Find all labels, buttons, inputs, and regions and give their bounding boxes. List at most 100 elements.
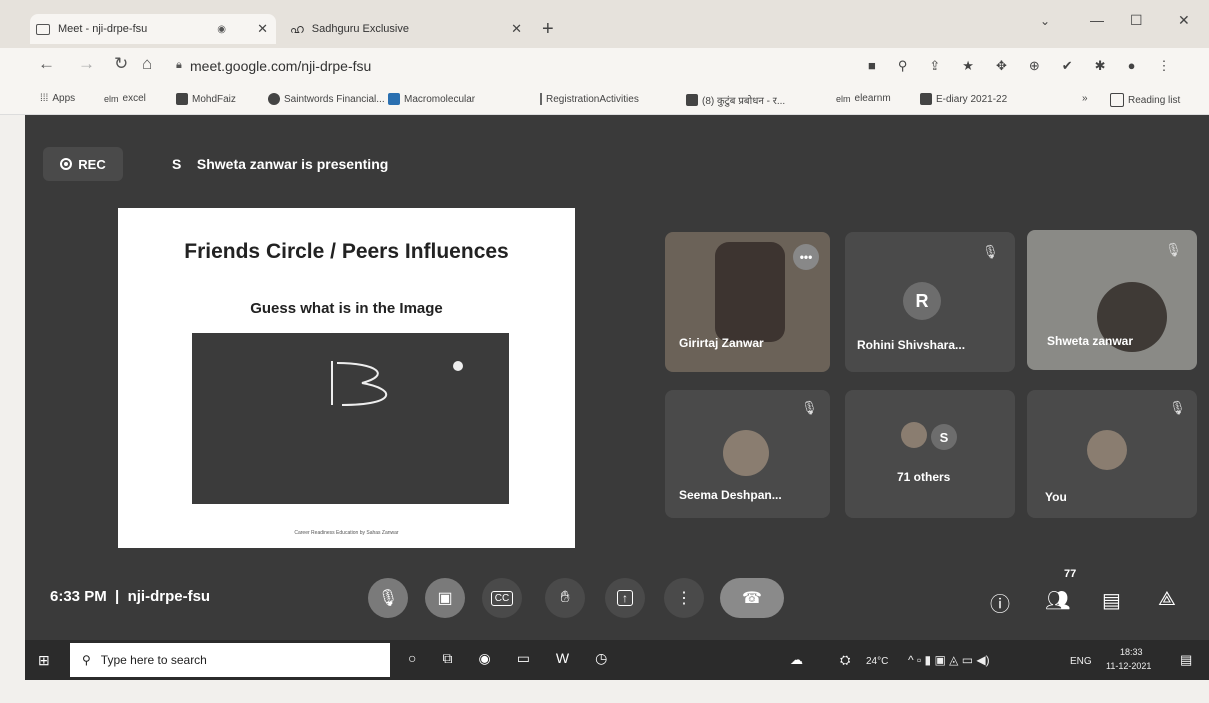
taskbar-pinned-apps: ○ ⧉ ◉ ▭ W ◷ — [408, 650, 607, 667]
bookmark-label: RegistrationActivities — [546, 93, 639, 105]
reading-list-button[interactable]: Reading list — [1110, 93, 1180, 107]
participant-tile[interactable]: 🎙︎ R Rohini Shivshara... — [845, 232, 1015, 372]
bookmark-label: E-diary 2021-22 — [936, 93, 1008, 105]
home-icon[interactable]: ⌂ — [142, 54, 152, 74]
forward-icon[interactable]: → — [78, 54, 95, 74]
mic-toggle-button[interactable]: 🎙︎ — [368, 578, 408, 618]
taskbar-search-input[interactable]: ⚲ Type here to search — [70, 643, 390, 677]
presenter-text: Shweta zanwar is presenting — [196, 156, 389, 172]
task-view-icon[interactable]: ⧉ — [442, 650, 452, 667]
zoom-icon[interactable]: ⚲ — [898, 58, 908, 74]
participant-count-badge: 77 — [1064, 568, 1077, 580]
windows-start-icon[interactable]: ⊞ — [38, 652, 50, 669]
search-placeholder: Type here to search — [100, 653, 207, 667]
slide-image-drawing — [331, 361, 463, 406]
profile-avatar-icon[interactable]: ● — [1128, 58, 1136, 74]
presenter-initial: S — [172, 156, 182, 172]
new-tab-button[interactable]: + — [542, 18, 554, 41]
share-icon[interactable]: ⇪ — [929, 58, 940, 74]
menu-kebab-icon[interactable]: ⋮ — [1157, 58, 1170, 74]
activities-icon[interactable]: ⟁ — [1158, 588, 1176, 611]
end-call-icon: ☎︎ — [742, 590, 762, 607]
participant-avatar — [901, 422, 927, 448]
extension-2-icon[interactable]: ⊕ — [1029, 58, 1040, 74]
bookmark-excel[interactable]: elm excel — [104, 93, 146, 104]
captions-button[interactable]: CC — [482, 578, 522, 618]
bookmark-label: elearnm — [854, 93, 891, 104]
meeting-info: 6:33 PM | nji-drpe-fsu — [50, 588, 211, 605]
file-explorer-icon[interactable]: ▭ — [517, 650, 530, 667]
camera-toggle-button[interactable]: ▣ — [425, 578, 465, 618]
participant-avatar: R — [903, 282, 941, 320]
bookmarks-overflow-button[interactable]: » — [1082, 93, 1088, 104]
chrome-icon[interactable]: ◉ — [478, 650, 490, 667]
participant-tile[interactable]: S 71 others — [845, 390, 1015, 518]
more-options-icon[interactable]: ••• — [793, 244, 819, 270]
check-extension-icon[interactable]: ✔ — [1062, 58, 1073, 74]
puzzle-icon[interactable]: ✱ — [1095, 58, 1106, 74]
participant-tile[interactable]: 🎙︎ Shweta zanwar — [1027, 230, 1197, 370]
close-window-button[interactable]: ✕ — [1178, 12, 1190, 29]
tab-sadhguru[interactable]: ഹ Sadhguru Exclusive ✕ — [284, 14, 530, 44]
close-tab-icon[interactable]: ✕ — [511, 21, 522, 37]
toolbar-icons: ■ ⚲ ⇪ ★ ✥ ⊕ ✔ ✱ ● ⋮ — [868, 58, 1170, 74]
weather-icon[interactable]: ☁︎ — [790, 652, 803, 668]
youtube-icon — [686, 94, 698, 106]
elm-icon: elm — [836, 93, 851, 104]
recording-indicator-icon: ◉ — [217, 23, 226, 35]
bookmark-label: MohdFaiz — [192, 93, 236, 105]
clock-app-icon[interactable]: ◷ — [595, 650, 607, 667]
bookmark-macromolecular[interactable]: Macromolecular — [388, 93, 475, 105]
present-button[interactable]: ↑ — [605, 578, 645, 618]
rec-label: REC — [78, 156, 106, 172]
reload-icon[interactable]: ↻ — [114, 54, 128, 74]
hand-icon: ✋︎ — [560, 589, 570, 606]
taskbar-time: 18:33 — [1120, 647, 1143, 657]
more-options-button[interactable]: ⋮ — [664, 578, 704, 618]
bookmark-favicon-icon — [920, 93, 932, 105]
tray-icons[interactable]: ^ ▫ ▮ ▣ ◬ ▭ ◀︎) — [908, 653, 990, 667]
meet-favicon-icon — [36, 23, 50, 35]
temperature: 24°C — [866, 656, 889, 667]
participant-tile[interactable]: 🎙︎ Seema Deshpan... — [665, 390, 830, 518]
system-icon[interactable]: ⛭ — [840, 652, 850, 668]
slide-title: Friends Circle / Peers Influences — [184, 240, 509, 263]
bookmark-apps[interactable]: ⁞⁞⁞ Apps — [40, 93, 75, 104]
word-icon[interactable]: W — [556, 650, 569, 667]
bookmark-registration[interactable]: RegistrationActivities — [540, 93, 639, 105]
bookmark-elearnm[interactable]: elm elearnm — [836, 93, 891, 104]
participant-name: 71 others — [897, 470, 951, 484]
close-tab-icon[interactable]: ✕ — [257, 21, 268, 37]
url-input[interactable]: meet.google.com/nji-drpe-fsu — [190, 58, 371, 74]
chat-icon[interactable]: ▤ — [1102, 588, 1121, 613]
participant-tile[interactable]: 🎙︎ You — [1027, 390, 1197, 518]
language-indicator[interactable]: ENG — [1070, 656, 1092, 667]
leave-call-button[interactable]: ☎︎ — [720, 578, 784, 618]
tab-meet[interactable]: Meet - nji-drpe-fsu ◉ ✕ — [30, 14, 276, 44]
bookmark-mohdfaiz[interactable]: MohdFaiz — [176, 93, 236, 105]
minimize-button[interactable]: — — [1090, 12, 1104, 28]
bookmark-saintwords[interactable]: Saintwords Financial... — [268, 93, 385, 105]
participant-avatar — [1087, 430, 1127, 470]
bookmark-youtube[interactable]: (8) कुटुंब प्रबोधन - र... — [686, 93, 785, 107]
bookmark-favicon-icon — [176, 93, 188, 105]
back-icon[interactable]: ← — [38, 54, 55, 74]
raise-hand-button[interactable]: ✋︎ — [545, 578, 585, 618]
meeting-details-icon[interactable]: ⓘ — [990, 588, 1010, 617]
notifications-icon[interactable]: ▤ — [1180, 652, 1192, 668]
bookmark-ediary[interactable]: E-diary 2021-22 — [920, 93, 1007, 105]
cortana-icon[interactable]: ○ — [408, 650, 416, 667]
extension-icon[interactable]: ✥ — [996, 58, 1007, 74]
sadhguru-favicon-icon: ഹ — [290, 21, 304, 36]
maximize-button[interactable]: ☐ — [1130, 12, 1143, 29]
meeting-clock: 6:33 PM — [50, 588, 107, 605]
people-icon[interactable]: 👥︎ — [1045, 588, 1070, 613]
participant-avatar — [723, 430, 769, 476]
camera-in-use-icon[interactable]: ■ — [868, 58, 876, 74]
bookmark-star-icon[interactable]: ★ — [962, 58, 974, 74]
participant-name: Shweta zanwar — [1047, 334, 1134, 348]
participant-tile[interactable]: ••• Girirtaj Zanwar — [665, 232, 830, 372]
mic-off-icon: 🎙︎ — [801, 400, 818, 415]
present-screen-icon: ↑ — [617, 590, 633, 606]
tab-search-icon[interactable]: ⌄ — [1040, 14, 1050, 28]
